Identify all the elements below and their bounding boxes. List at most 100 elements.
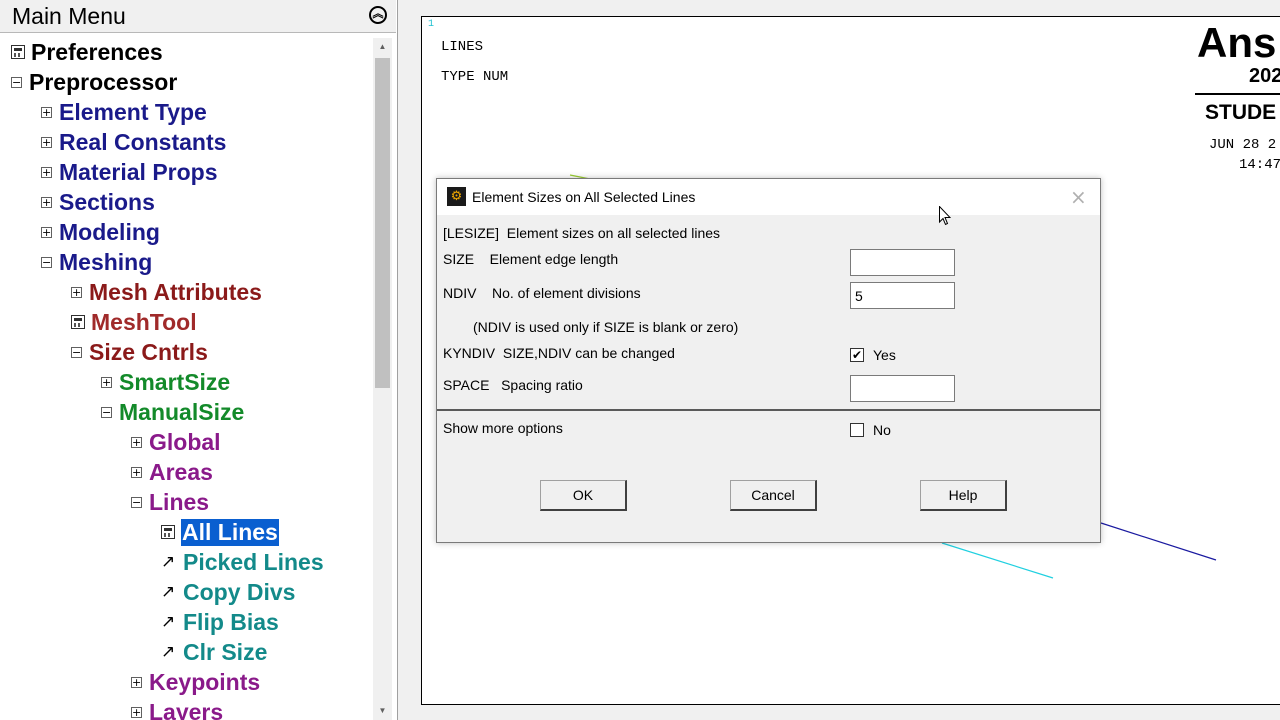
menu-item[interactable]: + Keypoints (131, 668, 260, 696)
menu-item[interactable]: ↗ Picked Lines (161, 548, 324, 576)
help-button[interactable]: Help (920, 480, 1007, 511)
expand-icon[interactable]: + (101, 376, 112, 388)
lesize-header: [LESIZE] Element sizes on all selected l… (443, 225, 721, 241)
kyndiv-checkbox[interactable]: ✔ (850, 348, 864, 362)
kyndiv-state: Yes (873, 347, 896, 363)
calculator-icon (161, 525, 175, 539)
dialog-separator (437, 409, 1100, 411)
menu-item[interactable]: + Layers (131, 698, 223, 720)
menu-scrollbar[interactable]: ▲ ▼ (373, 38, 392, 720)
scroll-down-icon[interactable]: ▼ (373, 702, 392, 720)
calculator-icon (71, 315, 85, 329)
model-line-cyan (941, 542, 1054, 579)
menu-item[interactable]: + Global (131, 428, 221, 456)
menu-item-label: Element Type (59, 98, 207, 125)
menu-item-label: Global (149, 428, 221, 455)
expand-icon[interactable]: + (41, 106, 52, 118)
menu-item-label: Picked Lines (183, 548, 324, 575)
menu-item-label: Flip Bias (183, 608, 279, 635)
menu-item-label: Mesh Attributes (89, 278, 262, 305)
picker-arrow-icon: ↗ (161, 552, 176, 572)
menu-item-label: All Lines (181, 518, 279, 546)
collapse-icon[interactable]: − (101, 406, 112, 418)
menu-item[interactable]: Preferences (11, 38, 163, 66)
menu-item-label: Layers (149, 698, 224, 720)
scroll-thumb[interactable] (375, 58, 390, 388)
ndiv-input[interactable] (850, 282, 955, 309)
menu-item[interactable]: + Sections (41, 188, 155, 216)
expand-icon[interactable]: + (131, 706, 142, 718)
model-line-blue (1100, 522, 1217, 561)
menu-item[interactable]: + Mesh Attributes (71, 278, 262, 306)
menu-item[interactable]: + Areas (131, 458, 213, 486)
menu-item[interactable]: − Lines (131, 488, 209, 516)
menu-item[interactable]: + Modeling (41, 218, 160, 246)
menu-item[interactable]: + Material Props (41, 158, 218, 186)
menu-item-label: Modeling (59, 218, 160, 245)
expand-icon[interactable]: + (41, 226, 52, 238)
menu-item-label: Preferences (31, 38, 163, 65)
menu-item-label: Material Props (59, 158, 218, 185)
menu-item-label: Keypoints (149, 668, 261, 695)
menu-item-label: Preprocessor (29, 68, 178, 95)
element-sizes-dialog: ⚙ Element Sizes on All Selected Lines × … (436, 178, 1101, 543)
menu-item[interactable]: − Meshing (41, 248, 152, 276)
menu-item[interactable]: ↗ Copy Divs (161, 578, 295, 606)
scroll-up-icon[interactable]: ▲ (373, 38, 392, 56)
menu-item-label: Sections (59, 188, 155, 215)
main-menu-panel: Main Menu ︽ Preferences − Preprocessor + Ele… (0, 0, 398, 720)
calculator-icon (11, 45, 25, 59)
expand-icon[interactable]: + (131, 436, 142, 448)
close-icon[interactable]: × (1070, 185, 1087, 209)
menu-item[interactable]: ↗ Clr Size (161, 638, 267, 666)
collapse-icon[interactable]: − (71, 346, 82, 358)
dialog-title: Element Sizes on All Selected Lines (472, 189, 696, 205)
show-more-checkbox[interactable] (850, 423, 864, 437)
menu-item[interactable]: ↗ Flip Bias (161, 608, 279, 636)
ndiv-label: NDIV No. of element divisions (443, 285, 641, 301)
gears-icon: ⚙ (447, 187, 466, 206)
menu-item-label: Areas (149, 458, 213, 485)
collapse-icon[interactable]: − (11, 76, 22, 88)
menu-item-label: ManualSize (119, 398, 245, 425)
menu-item[interactable]: + Element Type (41, 98, 207, 126)
menu-item-label: Lines (149, 488, 210, 515)
menu-item-label: Real Constants (59, 128, 227, 155)
picker-arrow-icon: ↗ (161, 582, 176, 602)
picker-arrow-icon: ↗ (161, 642, 176, 662)
menu-item[interactable]: + SmartSize (101, 368, 230, 396)
collapse-icon[interactable]: − (131, 496, 142, 508)
ndiv-note: (NDIV is used only if SIZE is blank or z… (473, 319, 739, 335)
picker-arrow-icon: ↗ (161, 612, 176, 632)
menu-item-label: Meshing (59, 248, 153, 275)
menu-item[interactable]: − Size Cntrls (71, 338, 208, 366)
show-more-label: Show more options (443, 420, 563, 436)
menu-item-label: Copy Divs (183, 578, 296, 605)
dialog-titlebar[interactable]: ⚙ Element Sizes on All Selected Lines × (437, 179, 1100, 215)
menu-item[interactable]: − Preprocessor (11, 68, 177, 96)
size-input[interactable] (850, 249, 955, 276)
space-input[interactable] (850, 375, 955, 402)
expand-icon[interactable]: + (41, 166, 52, 178)
ok-button[interactable]: OK (540, 480, 627, 511)
menu-item[interactable]: − ManualSize (101, 398, 244, 426)
main-menu-title: Main Menu (12, 3, 126, 29)
mouse-cursor-icon (939, 206, 951, 226)
expand-icon[interactable]: + (131, 676, 142, 688)
expand-icon[interactable]: + (71, 286, 82, 298)
expand-icon[interactable]: + (131, 466, 142, 478)
menu-item-label: SmartSize (119, 368, 231, 395)
menu-item[interactable]: All Lines (161, 518, 279, 546)
menu-item-label: MeshTool (91, 308, 197, 335)
cancel-button[interactable]: Cancel (730, 480, 817, 511)
menu-tree: Preferences − Preprocessor + Element Type + Re… (0, 38, 370, 720)
expand-icon[interactable]: + (41, 136, 52, 148)
double-chevron-up-icon[interactable]: ︽ (369, 6, 387, 24)
menu-item-label: Clr Size (183, 638, 268, 665)
collapse-icon[interactable]: − (41, 256, 52, 268)
space-label: SPACE Spacing ratio (443, 377, 583, 393)
menu-item[interactable]: + Real Constants (41, 128, 226, 156)
menu-item[interactable]: MeshTool (71, 308, 197, 336)
menu-item-label: Size Cntrls (89, 338, 208, 365)
expand-icon[interactable]: + (41, 196, 52, 208)
